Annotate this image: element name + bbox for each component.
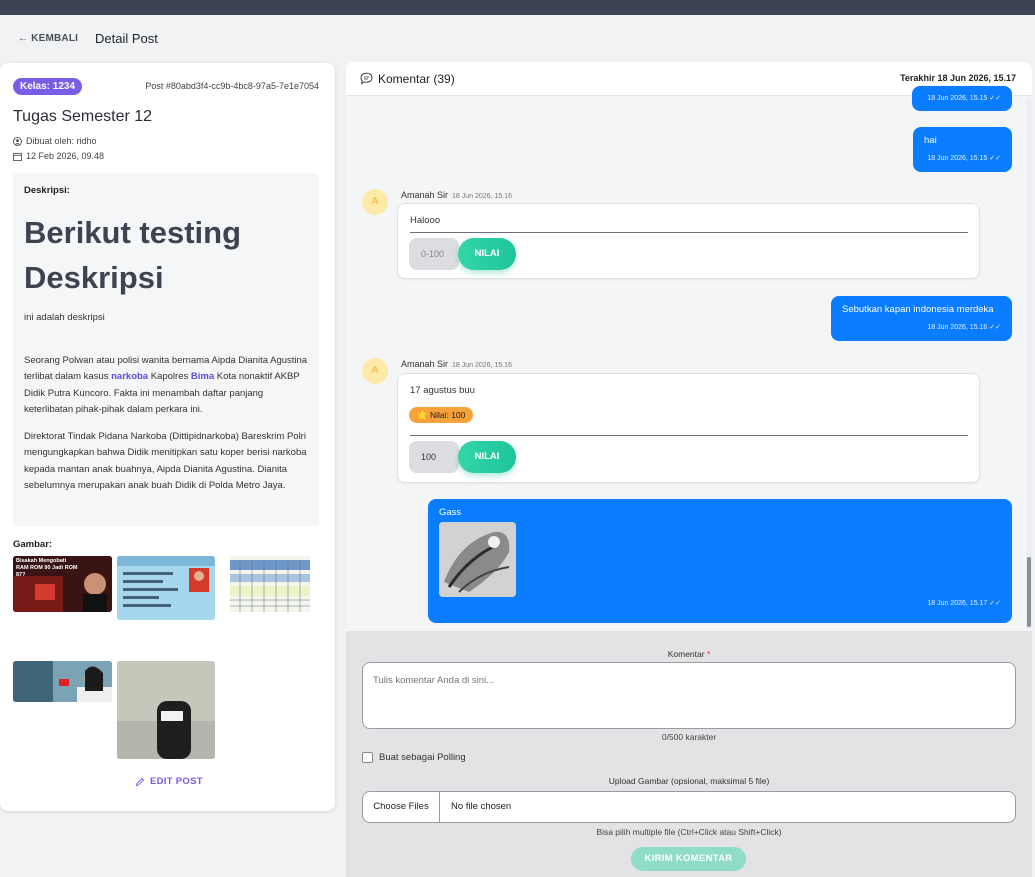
comment-panel: Komentar (39) Terakhir 18 Jun 2026, 15.1… (346, 62, 1032, 877)
avatar: A (362, 189, 388, 215)
image-thumbnail-2[interactable] (117, 556, 215, 620)
divider (410, 435, 968, 436)
message-bubble-gass: Gass 18 Jun 2026, 15.17 ✓✓ (428, 499, 1012, 623)
comment-textarea[interactable] (362, 662, 1016, 729)
comment-count: Komentar (39) (378, 72, 455, 86)
thumbnail-1-caption: Bisakah Mengobati RAM ROM 90 Jadi ROM 87… (16, 558, 78, 578)
back-button[interactable]: ← KEMBALI (18, 33, 78, 44)
image-thumbnail-3[interactable] (230, 556, 310, 612)
image-thumbnail-1[interactable]: Bisakah Mengobati RAM ROM 90 Jadi ROM 87… (13, 556, 112, 612)
edit-post-button[interactable]: EDIT POST (135, 776, 203, 787)
submit-comment-button[interactable]: KIRIM KOMENTAR (631, 847, 746, 871)
message-bubble-partial: 18 Jun 2026, 15.15 ✓✓ (912, 86, 1012, 111)
poll-option[interactable]: Buat sebagai Polling (362, 752, 466, 763)
nilai-button[interactable]: NILAI (458, 238, 516, 270)
pencil-icon (135, 777, 145, 786)
file-status: No file chosen (451, 801, 512, 812)
score-input[interactable]: 0-100 (409, 238, 459, 270)
char-count: 0/500 karakter (661, 732, 717, 742)
message-time: 18 Jun 2026, 15.15 ✓✓ (927, 95, 1001, 102)
comment-card-1: Halooo 0-100 NILAI (397, 203, 980, 279)
message-text: Gass (439, 507, 462, 518)
description-paragraph-1: Seorang Polwan atau polisi wanita bernam… (24, 355, 308, 415)
choose-files-button[interactable]: Choose Files (363, 792, 440, 822)
images-label: Gambar: (13, 539, 53, 550)
comment-icon (360, 72, 373, 85)
divider (410, 232, 968, 233)
image-thumbnail-5[interactable] (117, 661, 215, 759)
keyword-bima: Bima (190, 371, 215, 383)
message-image[interactable] (439, 522, 516, 597)
comment-author: Amanah Sir 18 Jun 2026, 15.16 (401, 190, 512, 200)
nilai-button[interactable]: NILAI (458, 441, 516, 473)
message-text: hai (924, 135, 937, 146)
message-text: Sebutkan kapan indonesia merdeka (842, 304, 994, 315)
scrollbar[interactable] (1026, 97, 1032, 629)
user-icon (13, 136, 22, 146)
comment-time: 18 Jun 2026, 15.16 (452, 362, 512, 369)
file-input[interactable]: Choose Files No file chosen (362, 791, 1016, 823)
comment-label: Komentar * (667, 649, 711, 659)
last-update: Terakhir 18 Jun 2026, 15.17 (900, 73, 1016, 83)
post-title: Tugas Semester 12 (13, 108, 153, 125)
page-title: Detail Post (95, 31, 158, 46)
description-heading: Berikut testing Deskripsi (24, 215, 242, 295)
poll-label: Buat sebagai Polling (379, 752, 466, 763)
comment-author: Amanah Sir 18 Jun 2026, 15.16 (401, 359, 512, 369)
score-input[interactable]: 100 (409, 441, 459, 473)
created-at: 12 Feb 2026, 09.48 (26, 151, 105, 161)
message-time: 18 Jun 2026, 15.16 ✓✓ (927, 324, 1001, 331)
message-bubble-merdeka: Sebutkan kapan indonesia merdeka 18 Jun … (831, 296, 1012, 341)
author-meta: Dibuat oleh: ridho (13, 136, 97, 146)
edit-post-label: EDIT POST (150, 776, 203, 787)
poll-checkbox[interactable] (362, 752, 373, 763)
calendar-icon (13, 152, 22, 161)
description-label: Deskripsi: (24, 185, 70, 196)
upload-label: Upload Gambar (opsional, maksimal 5 file… (608, 776, 770, 786)
kelas-badge: Kelas: 1234 (13, 78, 83, 95)
comment-form: Komentar * 0/500 karakter Buat sebagai P… (346, 631, 1032, 877)
comment-text: Halooo (410, 215, 441, 226)
avatar: A (362, 358, 388, 384)
message-time: 18 Jun 2026, 15.17 ✓✓ (927, 600, 1001, 607)
file-hint: Bisa pilih multiple file (Ctrl+Click ata… (596, 827, 782, 837)
comment-text: 17 agustus buu (410, 385, 475, 396)
comment-card-2: 17 agustus buu ⭐ Nilai: 100 100 NILAI (397, 373, 980, 483)
description-small: ini adalah deskripsi (24, 312, 105, 323)
post-card: Kelas: 1234 Post #80abd3f4-cc9b-4bc8-97a… (0, 63, 335, 811)
keyword-narkoba: narkoba (111, 371, 149, 383)
date-meta: 12 Feb 2026, 09.48 (13, 151, 104, 161)
scrollbar-thumb[interactable] (1027, 557, 1031, 627)
created-by: Dibuat oleh: ridho (26, 136, 97, 146)
description-box: Deskripsi: Berikut testing Deskripsi ini… (13, 173, 319, 526)
image-thumbnail-4[interactable] (13, 661, 112, 702)
nilai-badge: ⭐ Nilai: 100 (409, 407, 474, 423)
description-paragraph-2: Direktorat Tindak Pidana Narkoba (Dittip… (24, 431, 307, 492)
comment-time: 18 Jun 2026, 15.16 (452, 193, 512, 200)
message-time: 18 Jun 2026, 15.15 ✓✓ (927, 155, 1001, 162)
message-bubble-hai: hai 18 Jun 2026, 15.15 ✓✓ (913, 127, 1012, 172)
top-bar (0, 0, 1035, 15)
post-id: Post #80abd3f4-cc9b-4bc8-97a5-7e1e7054 (145, 81, 319, 91)
